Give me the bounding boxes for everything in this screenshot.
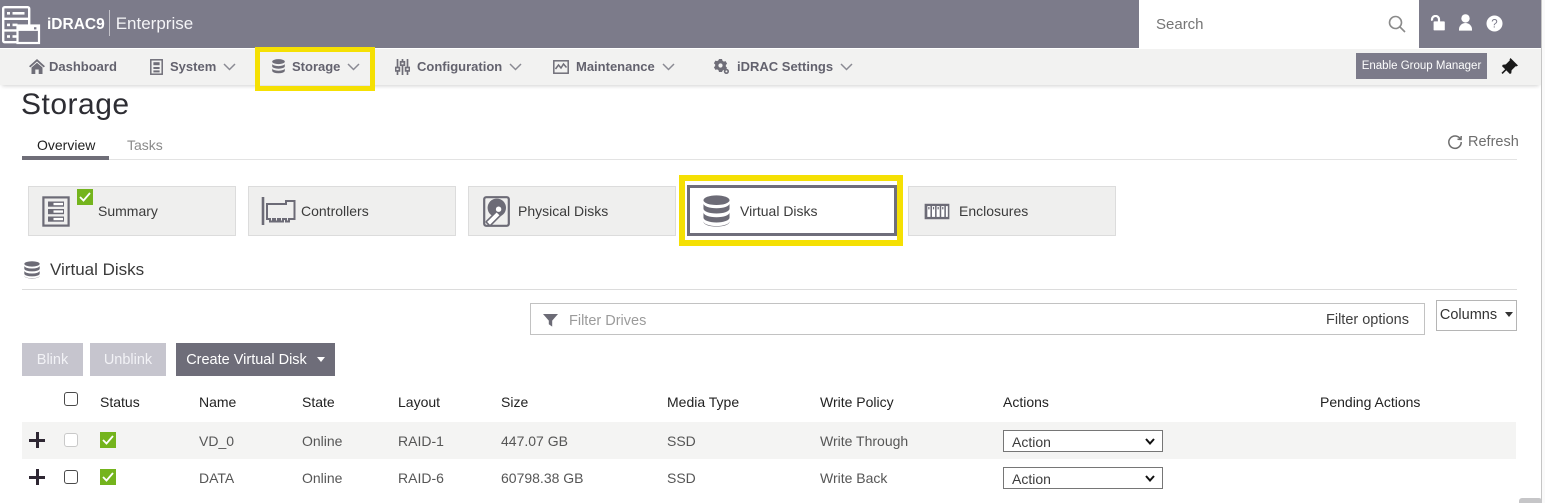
svg-text:?: ?: [1491, 19, 1497, 31]
